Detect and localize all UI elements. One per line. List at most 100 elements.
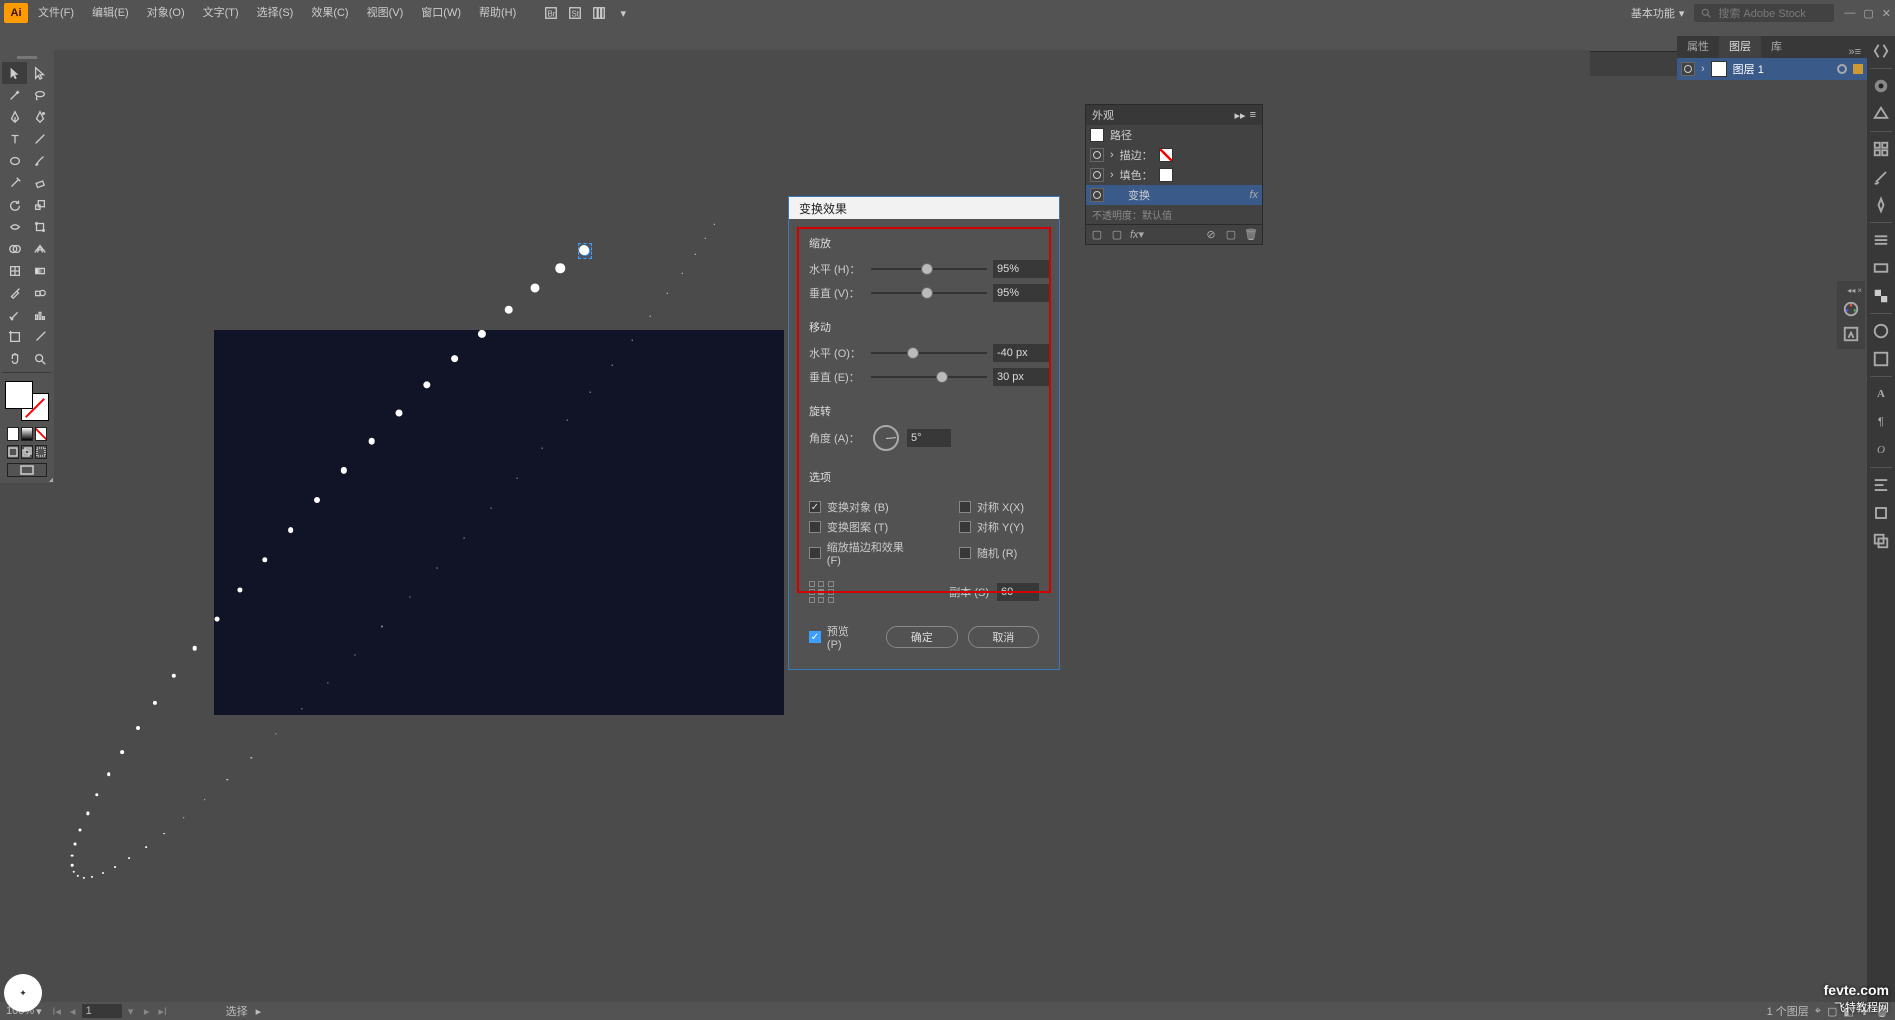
first-artboard-icon[interactable]: I◂ [50, 1005, 64, 1018]
tab-properties[interactable]: 属性 [1677, 36, 1719, 58]
prev-artboard-icon[interactable]: ◂ [66, 1005, 80, 1018]
opt-random[interactable]: 随机 (R) [959, 539, 1069, 567]
trash-icon[interactable]: 🗑 [1244, 228, 1258, 242]
eyedropper-tool[interactable] [2, 282, 27, 304]
opt-reflect-x[interactable]: 对称 X(X) [959, 499, 1069, 515]
menu-type[interactable]: 文字(T) [195, 0, 247, 26]
symbol-sprayer-tool[interactable] [2, 304, 27, 326]
expand-icon[interactable]: › [1110, 169, 1114, 181]
arrange-chevron-icon[interactable]: ▾ [612, 3, 634, 23]
mini-collapse-icon[interactable]: ◂◂ [1847, 286, 1855, 295]
none-mode-icon[interactable] [35, 427, 47, 441]
opentype-icon[interactable]: O [1870, 439, 1892, 461]
scale-v-field[interactable]: 95% [993, 284, 1049, 302]
menu-effect[interactable]: 效果(C) [303, 0, 356, 26]
type-tool[interactable] [2, 128, 27, 150]
gradient-mode-icon[interactable] [21, 427, 33, 441]
transparency-icon[interactable] [1870, 285, 1892, 307]
menu-view[interactable]: 视图(V) [359, 0, 412, 26]
tab-libraries[interactable]: 库 [1761, 36, 1792, 58]
align-icon[interactable] [1870, 474, 1892, 496]
symbols-icon[interactable] [1870, 194, 1892, 216]
stock-icon[interactable]: St [564, 3, 586, 23]
menu-object[interactable]: 对象(O) [139, 0, 193, 26]
recolor-icon[interactable] [1840, 298, 1862, 320]
fx-menu-icon[interactable]: fx▾ [1130, 228, 1144, 242]
duplicate-icon[interactable]: ▢ [1110, 228, 1124, 242]
dialog-title[interactable]: 变换效果 [789, 197, 1059, 219]
draw-behind-icon[interactable] [21, 445, 33, 459]
next-artboard-icon[interactable]: ▸ [140, 1005, 154, 1018]
menu-select[interactable]: 选择(S) [249, 0, 302, 26]
pen-tool[interactable] [2, 106, 27, 128]
layer-visibility-icon[interactable] [1681, 62, 1695, 76]
perspective-grid-tool[interactable] [27, 238, 52, 260]
menu-help[interactable]: 帮助(H) [471, 0, 524, 26]
reference-point-grid[interactable] [809, 581, 835, 603]
color-mode-icon[interactable] [7, 427, 19, 441]
fx-icon[interactable]: fx [1249, 189, 1258, 201]
shaper-tool[interactable] [2, 172, 27, 194]
appearance-icon[interactable] [1870, 320, 1892, 342]
move-h-field[interactable]: -40 px [993, 344, 1049, 362]
last-artboard-icon[interactable]: ▸I [156, 1005, 170, 1018]
shape-builder-tool[interactable] [2, 238, 27, 260]
slice-tool[interactable] [27, 326, 52, 348]
pathfinder-icon[interactable] [1870, 530, 1892, 552]
duplicate-item-icon[interactable]: ▢ [1224, 228, 1238, 242]
scale-h-field[interactable]: 95% [993, 260, 1049, 278]
arrange-icon[interactable] [588, 3, 610, 23]
line-segment-tool[interactable] [27, 128, 52, 150]
paragraph-icon[interactable]: ¶ [1870, 411, 1892, 433]
clear-icon[interactable]: ⊘ [1204, 228, 1218, 242]
opt-transform-patterns[interactable]: 变换图案 (T) [809, 519, 919, 535]
gradient-panel-icon[interactable] [1870, 257, 1892, 279]
stroke-swatch-none[interactable] [1159, 148, 1173, 162]
rotate-tool[interactable] [2, 194, 27, 216]
workspace-switcher[interactable]: 基本功能▾ [1631, 5, 1685, 21]
artboard-tool[interactable] [2, 326, 27, 348]
panel-grip[interactable] [2, 52, 52, 62]
column-graph-tool[interactable] [27, 304, 52, 326]
menu-edit[interactable]: 编辑(E) [84, 0, 137, 26]
panel-collapse-icon[interactable]: ▸▸ [1235, 109, 1246, 122]
visibility-toggle[interactable] [1090, 168, 1104, 182]
bridge-icon[interactable]: Br [540, 3, 562, 23]
direct-selection-tool[interactable] [27, 62, 52, 84]
panel-menu-icon[interactable]: ≡ [1250, 109, 1256, 122]
layer-row[interactable]: › 图层 1 [1677, 58, 1867, 80]
asset-export-icon[interactable] [1840, 323, 1862, 345]
mini-close-icon[interactable]: × [1857, 286, 1862, 295]
copies-field[interactable]: 60 [997, 583, 1039, 601]
stroke-panel-icon[interactable] [1870, 229, 1892, 251]
window-restore-icon[interactable]: ▢ [1863, 7, 1873, 20]
zoom-tool[interactable] [27, 348, 52, 370]
scale-v-slider[interactable] [871, 292, 987, 294]
ok-button[interactable]: 确定 [886, 626, 957, 648]
visibility-toggle[interactable] [1090, 148, 1104, 162]
artboard-number-field[interactable]: 1 [82, 1004, 122, 1018]
panel-menu-icon[interactable]: »≡ [1842, 46, 1867, 58]
magic-wand-tool[interactable] [2, 84, 27, 106]
tab-layers[interactable]: 图层 [1719, 36, 1761, 58]
move-v-field[interactable]: 30 px [993, 368, 1049, 386]
fill-stroke-swatches[interactable] [3, 379, 51, 423]
layer-target-icon[interactable] [1837, 64, 1847, 74]
curvature-tool[interactable] [27, 106, 52, 128]
screen-mode-icon[interactable] [7, 463, 47, 477]
opt-scale-strokes[interactable]: 缩放描边和效果 (F) [809, 539, 919, 567]
paintbrush-tool[interactable] [27, 150, 52, 172]
graphic-styles-icon[interactable] [1870, 348, 1892, 370]
mesh-tool[interactable] [2, 260, 27, 282]
lasso-tool[interactable] [27, 84, 52, 106]
draw-inside-icon[interactable] [35, 445, 47, 459]
gradient-tool[interactable] [27, 260, 52, 282]
layer-name[interactable]: 图层 1 [1733, 61, 1831, 77]
ellipse-tool[interactable] [2, 150, 27, 172]
transform-panel-icon[interactable] [1870, 502, 1892, 524]
search-adobe-stock[interactable]: 搜索 Adobe Stock [1694, 4, 1834, 22]
angle-dial[interactable] [873, 425, 899, 451]
width-tool[interactable] [2, 216, 27, 238]
menu-window[interactable]: 窗口(W) [413, 0, 469, 26]
free-transform-tool[interactable] [27, 216, 52, 238]
